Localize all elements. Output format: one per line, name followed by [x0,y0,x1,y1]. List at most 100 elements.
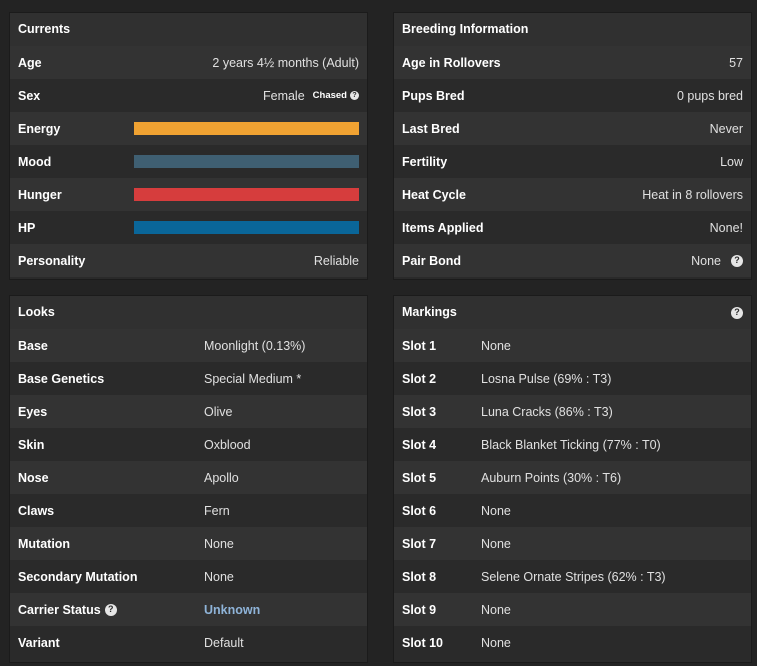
carrier-status-link[interactable]: Unknown [204,603,260,617]
looks-value: Default [204,635,244,650]
marking-slot-value: None [481,602,511,617]
breeding-value: Low [720,154,743,169]
marking-slot-label: Slot 6 [402,503,437,518]
breeding-label: Age in Rollovers [402,55,501,70]
looks-row: Base Moonlight (0.13%) [10,329,367,362]
carrier-status-row: Carrier Status ? Unknown [10,593,367,626]
energy-label: Energy [18,121,61,136]
looks-row: Eyes Olive [10,395,367,428]
marking-slot-label: Slot 2 [402,371,437,386]
marking-slot-label: Slot 1 [402,338,437,353]
looks-value: Moonlight (0.13%) [204,338,306,353]
marking-slot-row: Slot 8 Selene Ornate Stripes (62% : T3) [394,560,751,593]
sex-row: Sex Female Chased ? [10,79,367,112]
personality-value: Reliable [313,253,359,268]
breeding-value: 0 pups bred [676,88,743,103]
currents-panel: Currents Age 2 years 4½ months (Adult) S… [9,12,368,280]
looks-row: Skin Oxblood [10,428,367,461]
looks-row: Variant Default [10,626,367,659]
breeding-label: Pups Bred [402,88,465,103]
question-mark-circle-icon[interactable]: ? [104,603,117,616]
marking-slot-row: Slot 7 None [394,527,751,560]
looks-label: Skin [18,437,45,452]
breeding-value: 57 [729,55,743,70]
looks-title: Looks [18,305,55,319]
marking-slot-label: Slot 8 [402,569,437,584]
markings-header: Markings ? [394,296,751,329]
breeding-value: Never [709,121,743,136]
marking-slot-value: None [481,338,511,353]
marking-slot-value: None [481,635,511,650]
chased-tag[interactable]: Chased ? [313,90,359,101]
mood-bar [134,155,359,168]
hp-label: HP [18,220,36,235]
breeding-label: Fertility [402,154,448,169]
marking-slot-row: Slot 1 None [394,329,751,362]
breeding-label: Pair Bond [402,253,462,268]
sex-value: Female Chased ? [263,89,359,103]
pair-bond-row: Pair Bond None ? [394,244,751,277]
marking-slot-row: Slot 6 None [394,494,751,527]
marking-slot-label: Slot 3 [402,404,437,419]
marking-slot-value: None [481,536,511,551]
looks-label: Claws [18,503,55,518]
marking-slot-row: Slot 3 Luna Cracks (86% : T3) [394,395,751,428]
looks-label: Base [18,338,48,353]
hunger-label: Hunger [18,187,62,202]
looks-row: Nose Apollo [10,461,367,494]
marking-slot-label: Slot 9 [402,602,437,617]
marking-slot-value: Black Blanket Ticking (77% : T0) [481,437,661,452]
question-mark-circle-icon[interactable]: ? [350,91,359,100]
pair-bond-value: None [691,253,721,268]
marking-slot-row: Slot 5 Auburn Points (30% : T6) [394,461,751,494]
question-mark-circle-icon[interactable]: ? [731,306,743,319]
breeding-label: Heat Cycle [402,187,466,202]
breeding-row: Last Bred Never [394,112,751,145]
hp-bar [134,221,359,234]
breeding-row: Items Applied None! [394,211,751,244]
looks-row: Base Genetics Special Medium * [10,362,367,395]
breeding-row: Heat Cycle Heat in 8 rollovers [394,178,751,211]
marking-slot-row: Slot 9 None [394,593,751,626]
looks-value: Oxblood [204,437,251,452]
breeding-label: Items Applied [402,220,484,235]
looks-label: Eyes [18,404,48,419]
marking-slot-label: Slot 4 [402,437,437,452]
marking-slot-label: Slot 10 [402,635,443,650]
looks-label-wrap: Carrier Status ? [18,603,204,617]
looks-row: Secondary Mutation None [10,560,367,593]
breeding-value: None ? [691,254,743,268]
looks-label: Carrier Status [18,602,101,617]
looks-value: Apollo [204,470,239,485]
age-value: 2 years 4½ months (Adult) [212,55,359,70]
looks-row: Mutation None [10,527,367,560]
marking-slot-value: Auburn Points (30% : T6) [481,470,622,485]
marking-slot-value: None [481,503,511,518]
looks-label: Mutation [18,536,71,551]
marking-slot-value: Selene Ornate Stripes (62% : T3) [481,569,666,584]
breeding-label: Last Bred [402,121,460,136]
age-label: Age [18,55,42,70]
breeding-row: Pups Bred 0 pups bred [394,79,751,112]
looks-label: Secondary Mutation [18,569,138,584]
looks-header: Looks [10,296,367,329]
marking-slot-row: Slot 2 Losna Pulse (69% : T3) [394,362,751,395]
hunger-bar [134,188,359,201]
breeding-row: Age in Rollovers 57 [394,46,751,79]
marking-slot-label: Slot 5 [402,470,437,485]
looks-label: Nose [18,470,49,485]
breeding-title: Breeding Information [402,22,529,36]
personality-label: Personality [18,253,86,268]
hunger-row: Hunger [10,178,367,211]
personality-row: Personality Reliable [10,244,367,277]
looks-value: Fern [204,503,230,518]
marking-slot-value: Luna Cracks (86% : T3) [481,404,613,419]
sex-text: Female [262,88,305,103]
looks-label: Variant [18,635,60,650]
mood-label: Mood [18,154,52,169]
marking-slot-row: Slot 4 Black Blanket Ticking (77% : T0) [394,428,751,461]
looks-value: None [204,569,234,584]
looks-panel: Looks Base Moonlight (0.13%) Base Geneti… [9,295,368,663]
question-mark-circle-icon[interactable]: ? [731,254,743,267]
energy-row: Energy [10,112,367,145]
